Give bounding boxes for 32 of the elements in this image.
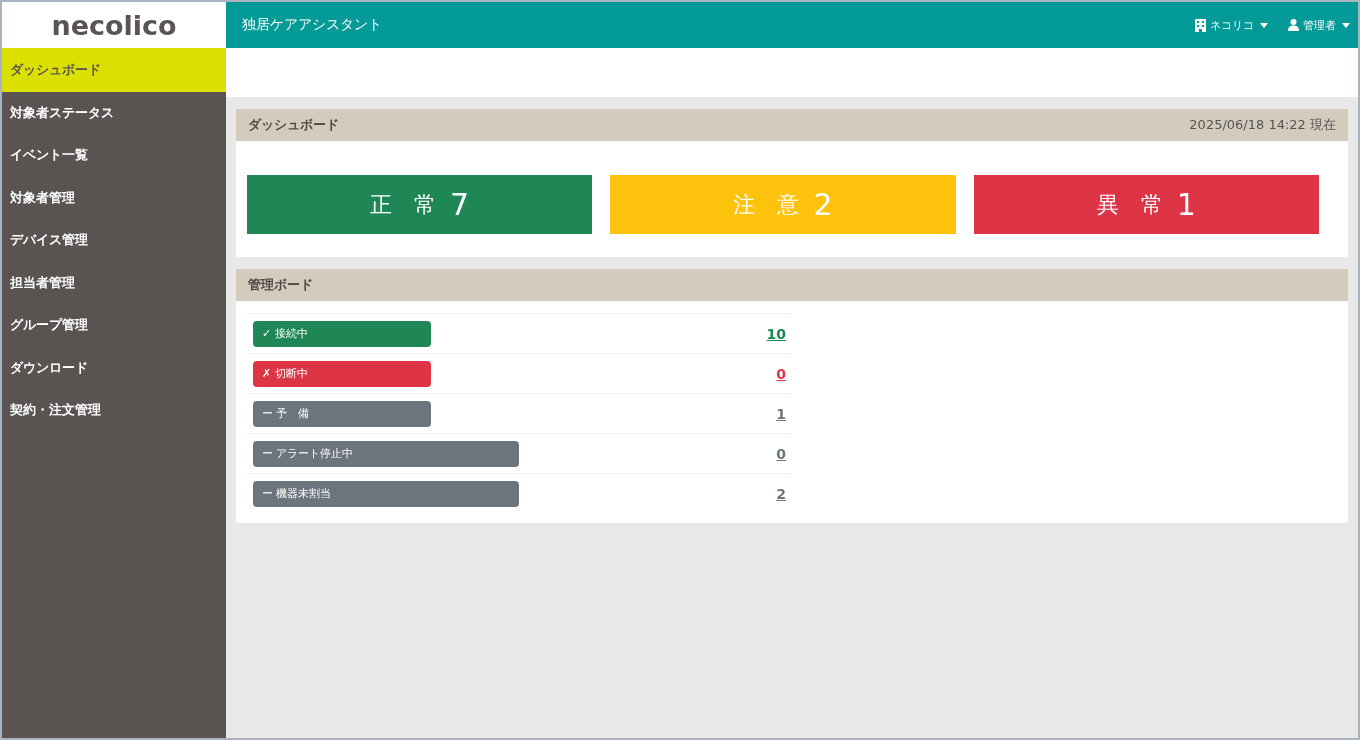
count-link[interactable]: 10 (766, 325, 786, 342)
count-link[interactable]: 2 (776, 485, 786, 502)
sidebar-item[interactable]: 対象者ステータス (2, 92, 226, 135)
sidebar-item[interactable]: ダッシュボード (2, 48, 226, 92)
status-card[interactable]: 正 常 7 (247, 175, 593, 234)
count-link[interactable]: 0 (776, 365, 786, 382)
sidebar-item[interactable]: 担当者管理 (2, 262, 226, 305)
status-card[interactable]: 異 常 1 (973, 175, 1319, 234)
status-badge: ✓ 接続中 (253, 320, 431, 347)
logo[interactable]: necolico (51, 9, 177, 41)
status-badge: ✗ 切断中 (253, 360, 431, 387)
caret-icon (1260, 22, 1268, 28)
sidebar-item[interactable]: 契約・注文管理 (2, 389, 226, 432)
status-badge: ー 機器未割当 (253, 480, 519, 507)
sidebar-item[interactable]: イベント一覧 (2, 134, 226, 177)
sidebar-item[interactable]: 対象者管理 (2, 177, 226, 220)
sidebar-item[interactable]: グループ管理 (2, 304, 226, 347)
panel-title: ダッシュボード (248, 116, 339, 134)
caret-icon (1342, 22, 1350, 28)
panel-title: 管理ボード (248, 276, 313, 294)
timestamp: 2025/06/18 14:22 現在 (1189, 116, 1336, 134)
sidebar-item[interactable]: デバイス管理 (2, 219, 226, 262)
organization-menu[interactable]: ネコリコ (1195, 17, 1268, 33)
count-link[interactable]: 1 (776, 405, 786, 422)
user-menu[interactable]: 管理者 (1288, 17, 1350, 33)
app-title: 独居ケアアシスタント (242, 16, 383, 34)
building-icon (1195, 18, 1206, 32)
sidebar-item[interactable]: ダウンロード (2, 347, 226, 390)
status-badge: ー アラート停止中 (253, 440, 519, 467)
count-link[interactable]: 0 (776, 445, 786, 462)
status-badge: ー 予 備 (253, 400, 431, 427)
person-icon (1288, 19, 1299, 31)
